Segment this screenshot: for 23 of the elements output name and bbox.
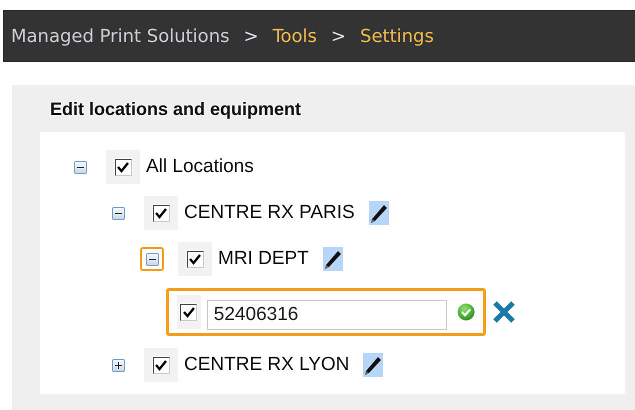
separator: >: [243, 26, 259, 46]
check-icon[interactable]: [182, 306, 195, 318]
check-icon[interactable]: [117, 162, 129, 172]
checkbox[interactable]: [186, 250, 204, 268]
check-icon[interactable]: [189, 254, 201, 264]
collapse-toggle[interactable]: [140, 247, 164, 271]
tree-item-label[interactable]: All Locations: [146, 156, 254, 178]
tree-item-label[interactable]: CENTRE RX PARIS: [184, 202, 355, 224]
close-icon[interactable]: [492, 300, 516, 324]
breadcrumb-link[interactable]: Tools: [272, 26, 317, 46]
tree-item-label[interactable]: MRI DEPT: [218, 248, 309, 270]
tree-item-label[interactable]: CENTRE RX LYON: [184, 354, 350, 376]
name-input-field[interactable]: 52406316: [206, 300, 447, 330]
check-icon[interactable]: [155, 360, 167, 370]
breadcrumb-link[interactable]: Settings: [360, 26, 434, 46]
checkbox[interactable]: [180, 304, 198, 320]
checkbox[interactable]: [114, 158, 132, 176]
breadcrumb-link[interactable]: Managed Print Solutions: [11, 26, 230, 46]
checkbox[interactable]: [152, 204, 170, 222]
panel-title: Edit locations and equipment: [50, 99, 302, 120]
check-icon[interactable]: [155, 208, 167, 218]
separator: >: [330, 26, 346, 46]
checkbox[interactable]: [152, 356, 170, 374]
